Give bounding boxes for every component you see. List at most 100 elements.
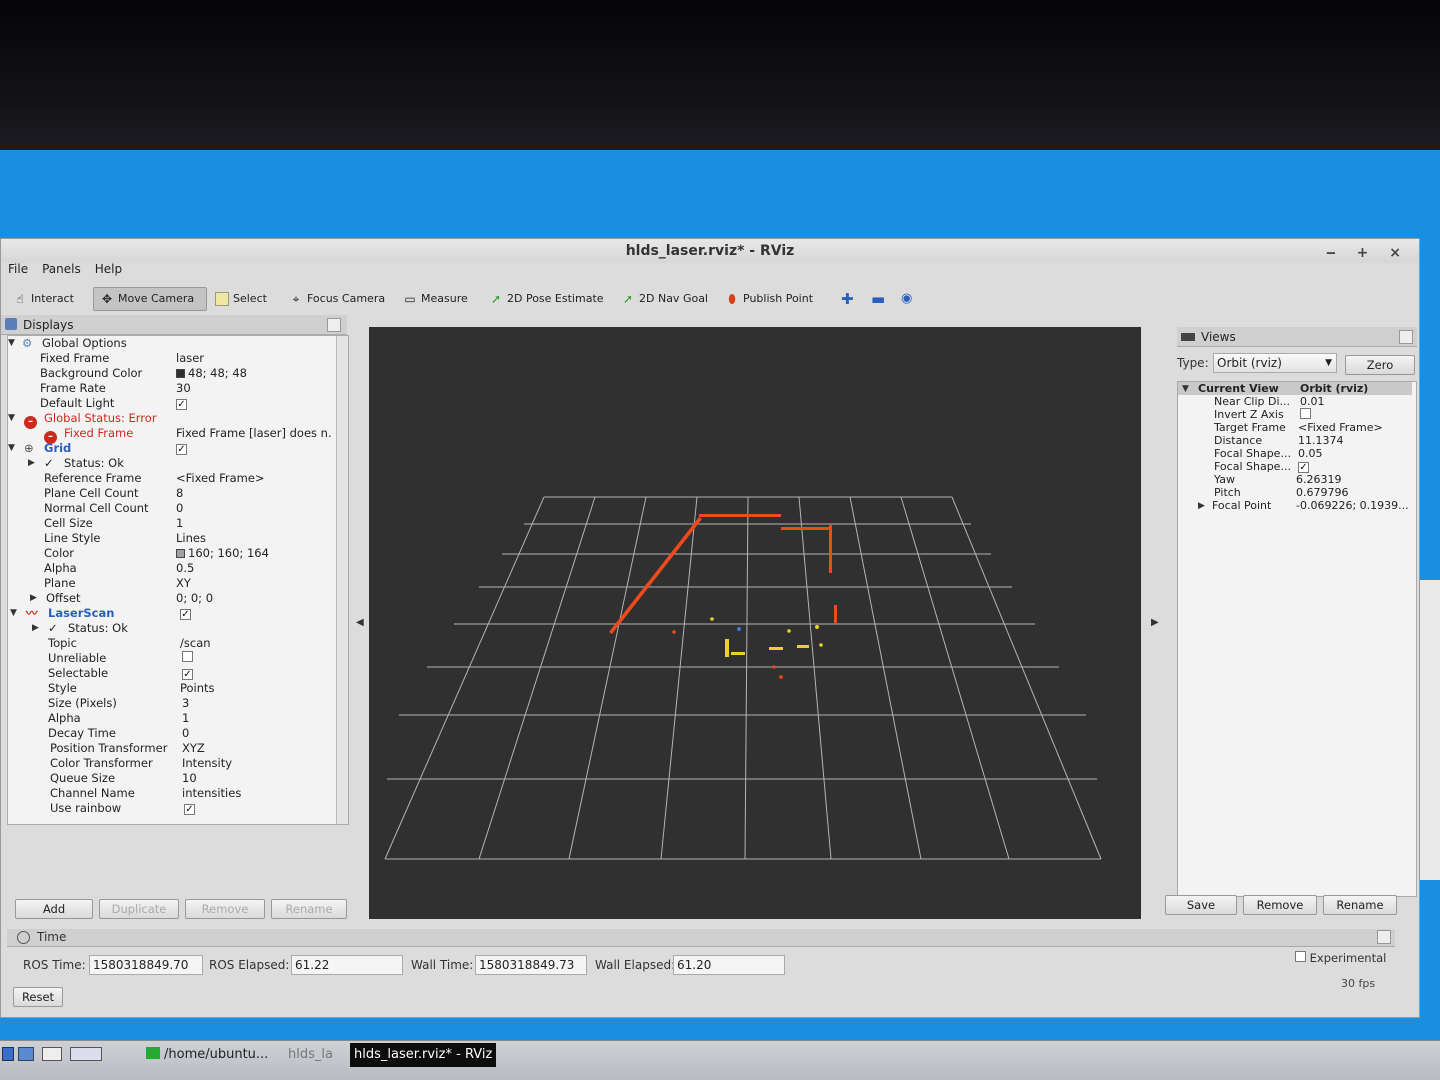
tree-row-frame-rate[interactable]: Frame Rate 30: [8, 381, 334, 396]
tree-row-normal-cell-count[interactable]: Normal Cell Count 0: [8, 501, 334, 516]
normal-cells-value[interactable]: 0: [176, 501, 183, 516]
displays-scrollbar[interactable]: [336, 336, 348, 824]
distance-row[interactable]: Distance 11.1374: [1178, 434, 1412, 447]
tree-row-queue-size[interactable]: Queue Size 10: [8, 771, 334, 786]
publish-point-tool[interactable]: ⬮ Publish Point: [719, 287, 819, 311]
tree-row-channel-name[interactable]: Channel Name intensities: [8, 786, 334, 801]
tree-row-laserscan[interactable]: ▼ 〰 LaserScan ✓: [8, 606, 334, 621]
measure-tool[interactable]: ▭ Measure: [397, 287, 474, 311]
tree-row-laserscan-status[interactable]: ▶ ✓ Status: Ok: [8, 621, 334, 636]
alpha-value[interactable]: 0.5: [176, 561, 194, 576]
tree-row-ls-alpha[interactable]: Alpha 1: [8, 711, 334, 726]
tree-row-topic[interactable]: Topic/scan: [8, 636, 334, 651]
yaw-value[interactable]: 6.26319: [1296, 473, 1342, 486]
experimental-row[interactable]: Experimental: [1295, 951, 1386, 965]
camera-type-button[interactable]: ◉: [895, 287, 918, 311]
col-tf-value[interactable]: Intensity: [182, 756, 232, 771]
size-value[interactable]: 3: [182, 696, 189, 711]
tree-row-position-transformer[interactable]: Position Transformer XYZ: [8, 741, 334, 756]
view-type-dropdown[interactable]: Orbit (rviz) ▼: [1213, 353, 1337, 373]
invert-z-checkbox[interactable]: [1300, 408, 1311, 419]
selectable-checkbox[interactable]: ✓: [182, 669, 193, 680]
default-light-checkbox[interactable]: ✓: [176, 399, 187, 410]
tree-row-color[interactable]: Color 160; 160; 164: [8, 546, 334, 561]
remove-tool-button[interactable]: ▬: [865, 287, 891, 311]
unreliable-checkbox[interactable]: [182, 651, 193, 662]
save-view-button[interactable]: Save: [1165, 895, 1237, 915]
duplicate-display-button[interactable]: Duplicate: [99, 899, 179, 919]
add-display-button[interactable]: Add: [15, 899, 93, 919]
tree-row-grid-status[interactable]: ▶ ✓ Status: Ok: [8, 456, 334, 471]
pitch-row[interactable]: Pitch 0.679796: [1178, 486, 1412, 499]
plane-value[interactable]: XY: [176, 576, 191, 591]
collapse-right-panel-icon[interactable]: ▶: [1151, 617, 1159, 628]
near-clip-value[interactable]: 0.01: [1300, 395, 1325, 408]
nav-goal-tool[interactable]: ➚ 2D Nav Goal: [615, 287, 714, 311]
menu-panels[interactable]: Panels: [35, 259, 88, 279]
focal-point-value[interactable]: -0.069226; 0.1939...: [1296, 499, 1409, 512]
offset-value[interactable]: 0; 0; 0: [176, 591, 213, 606]
experimental-checkbox[interactable]: [1295, 951, 1306, 962]
tree-row-size-pixels[interactable]: Size (Pixels) 3: [8, 696, 334, 711]
topic-value[interactable]: /scan: [180, 636, 211, 651]
tree-row-plane-cell-count[interactable]: Plane Cell Count 8: [8, 486, 334, 501]
tree-row-color-transformer[interactable]: Color Transformer Intensity: [8, 756, 334, 771]
focal-shape-fixed-row[interactable]: Focal Shape... ✓: [1178, 460, 1412, 473]
select-tool[interactable]: Select: [209, 287, 273, 311]
frame-rate-value[interactable]: 30: [176, 381, 191, 396]
wall-time-field[interactable]: 1580318849.73: [475, 955, 587, 975]
tree-row-use-rainbow[interactable]: Use rainbow ✓: [8, 801, 334, 816]
decay-value[interactable]: 0: [182, 726, 189, 741]
tree-row-style[interactable]: Style Points: [8, 681, 334, 696]
grid-enabled-checkbox[interactable]: ✓: [176, 444, 187, 455]
zero-button[interactable]: Zero: [1345, 355, 1415, 375]
tree-row-background-color[interactable]: Background Color 48; 48; 48: [8, 366, 334, 381]
cell-size-value[interactable]: 1: [176, 516, 183, 531]
queue-value[interactable]: 10: [182, 771, 197, 786]
workspace-icon[interactable]: [70, 1047, 102, 1061]
show-desktop-icon[interactable]: [42, 1047, 62, 1061]
focus-camera-tool[interactable]: ⌖ Focus Camera: [283, 287, 391, 311]
window-controls[interactable]: ‒ + ×: [1326, 241, 1409, 265]
remove-display-button[interactable]: Remove: [185, 899, 265, 919]
taskbar-terminal[interactable]: /home/ubuntu...: [146, 1043, 268, 1067]
yaw-row[interactable]: Yaw 6.26319: [1178, 473, 1412, 486]
taskbar-rviz-active[interactable]: hlds_laser.rviz* - RViz: [350, 1043, 497, 1067]
target-frame-value[interactable]: <Fixed Frame>: [1298, 421, 1383, 434]
ros-time-field[interactable]: 1580318849.70: [89, 955, 203, 975]
tree-row-global-options[interactable]: ▼ ⚙ Global Options: [8, 336, 334, 351]
tree-row-alpha[interactable]: Alpha 0.5: [8, 561, 334, 576]
tree-row-fixed-frame[interactable]: Fixed Frame laser: [8, 351, 334, 366]
distance-value[interactable]: 11.1374: [1298, 434, 1344, 447]
style-value[interactable]: Points: [180, 681, 215, 696]
focal-shape-size-value[interactable]: 0.05: [1298, 447, 1323, 460]
rename-display-button[interactable]: Rename: [271, 899, 347, 919]
panel-close-button[interactable]: [1399, 330, 1413, 344]
panel-close-button[interactable]: [1377, 930, 1391, 944]
channel-value[interactable]: intensities: [182, 786, 241, 801]
use-rainbow-checkbox[interactable]: ✓: [184, 804, 195, 815]
app-menu-icon[interactable]: [2, 1047, 14, 1061]
current-view-row[interactable]: ▼ Current View Orbit (rviz): [1178, 382, 1412, 395]
tree-row-cell-size[interactable]: Cell Size 1: [8, 516, 334, 531]
tree-row-default-light[interactable]: Default Light ✓: [8, 396, 334, 411]
plane-cells-value[interactable]: 8: [176, 486, 183, 501]
ls-alpha-value[interactable]: 1: [182, 711, 189, 726]
menu-file[interactable]: File: [1, 259, 35, 279]
reset-button[interactable]: Reset: [13, 987, 63, 1007]
3d-viewport[interactable]: [369, 327, 1141, 919]
tree-row-reference-frame[interactable]: Reference Frame <Fixed Frame>: [8, 471, 334, 486]
move-camera-tool[interactable]: ✥ Move Camera: [93, 287, 207, 311]
invert-z-row[interactable]: Invert Z Axis: [1178, 408, 1412, 421]
focal-shape-size-row[interactable]: Focal Shape... 0.05: [1178, 447, 1412, 460]
ref-frame-value[interactable]: <Fixed Frame>: [176, 471, 265, 486]
remove-view-button[interactable]: Remove: [1243, 895, 1317, 915]
focal-point-row[interactable]: ▶ Focal Point -0.069226; 0.1939...: [1178, 499, 1412, 512]
tree-row-offset[interactable]: ▶ Offset 0; 0; 0: [8, 591, 334, 606]
pose-estimate-tool[interactable]: ➚ 2D Pose Estimate: [483, 287, 610, 311]
rename-view-button[interactable]: Rename: [1323, 895, 1397, 915]
tree-row-decay-time[interactable]: Decay Time 0: [8, 726, 334, 741]
bg-color-value[interactable]: 48; 48; 48: [176, 366, 247, 381]
near-clip-row[interactable]: Near Clip Di... 0.01: [1178, 395, 1412, 408]
color-value[interactable]: 160; 160; 164: [176, 546, 269, 561]
